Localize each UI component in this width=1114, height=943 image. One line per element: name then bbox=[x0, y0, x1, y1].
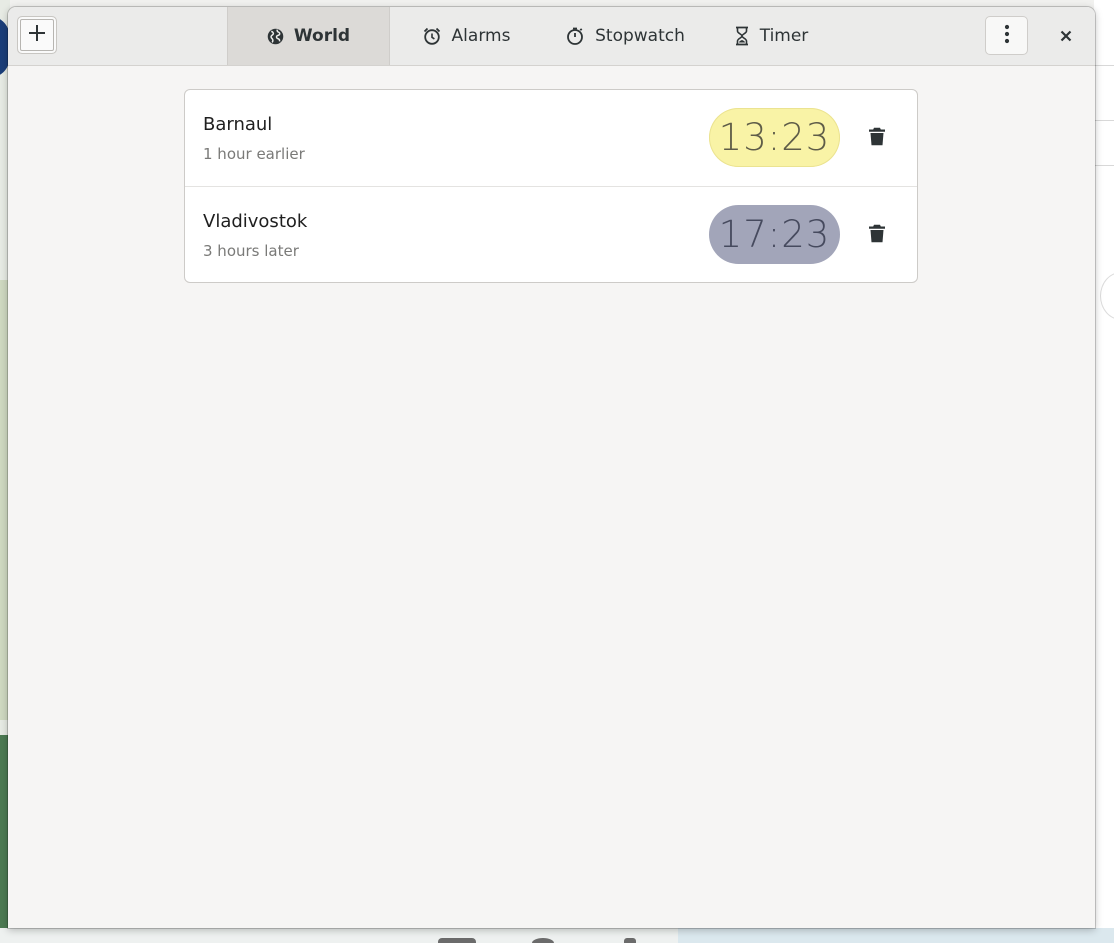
trash-icon bbox=[868, 224, 886, 247]
close-icon bbox=[1060, 27, 1072, 46]
tab-world[interactable]: World bbox=[227, 7, 390, 65]
tab-alarms-label: Alarms bbox=[451, 26, 511, 46]
hourglass-icon bbox=[734, 26, 750, 46]
alarm-icon bbox=[422, 26, 442, 46]
clocks-window: World Alarms Stopwatch Timer Barnaul 1 h… bbox=[8, 7, 1095, 928]
tab-world-label: World bbox=[293, 26, 351, 46]
dock-icon bbox=[438, 938, 476, 943]
add-world-clock-button[interactable] bbox=[17, 16, 57, 54]
stopwatch-icon bbox=[565, 26, 585, 46]
tab-stopwatch-label: Stopwatch bbox=[595, 26, 685, 46]
delete-clock-button[interactable] bbox=[865, 223, 889, 247]
tab-timer[interactable]: Timer bbox=[708, 7, 834, 65]
plus-icon bbox=[28, 24, 46, 46]
background-window-right bbox=[1094, 0, 1114, 943]
time-offset: 3 hours later bbox=[203, 242, 299, 260]
clock-time-badge: 17:23 bbox=[709, 205, 840, 264]
dock-icon bbox=[532, 938, 554, 943]
tab-timer-label: Timer bbox=[759, 26, 809, 46]
main-menu-button[interactable] bbox=[985, 16, 1028, 55]
dock-icon bbox=[624, 938, 636, 943]
city-name: Barnaul bbox=[203, 114, 273, 135]
world-clock-row[interactable]: Vladivostok 3 hours later 17:23 bbox=[185, 186, 917, 282]
world-clock-list: Barnaul 1 hour earlier 13:23 Vladivostok… bbox=[184, 89, 918, 283]
tab-stopwatch[interactable]: Stopwatch bbox=[542, 7, 708, 65]
header-bar: World Alarms Stopwatch Timer bbox=[8, 7, 1095, 66]
time-offset: 1 hour earlier bbox=[203, 145, 305, 163]
city-name: Vladivostok bbox=[203, 211, 308, 232]
globe-icon bbox=[267, 28, 284, 45]
delete-clock-button[interactable] bbox=[865, 126, 889, 150]
background-round-button bbox=[1100, 272, 1114, 320]
clock-time-badge: 13:23 bbox=[709, 108, 840, 167]
world-clock-row[interactable]: Barnaul 1 hour earlier 13:23 bbox=[185, 90, 917, 186]
vertical-dots-icon bbox=[1004, 24, 1010, 48]
trash-icon bbox=[868, 127, 886, 150]
view-switcher: World Alarms Stopwatch Timer bbox=[227, 7, 834, 65]
tab-alarms[interactable]: Alarms bbox=[390, 7, 542, 65]
background-dock bbox=[0, 928, 1114, 943]
close-window-button[interactable] bbox=[1052, 23, 1080, 49]
